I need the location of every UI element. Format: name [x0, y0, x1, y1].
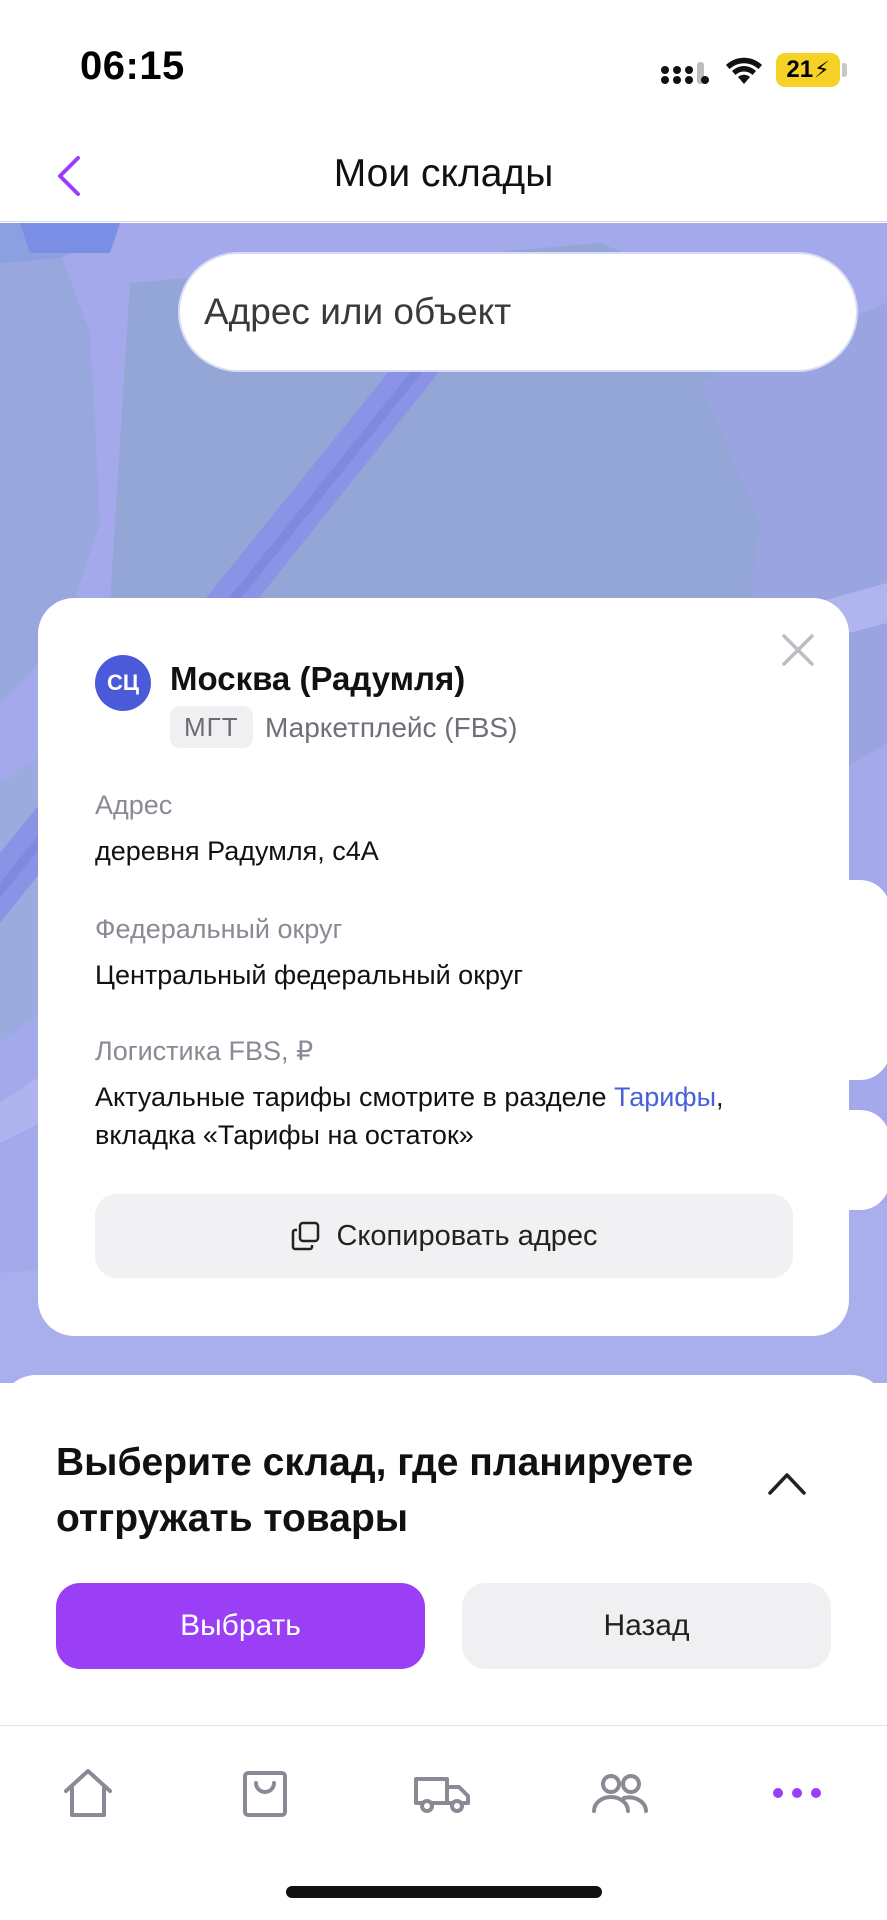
page-title: Мои склады [333, 152, 554, 195]
close-icon [782, 634, 814, 666]
navigation-bar: Мои склады [0, 130, 887, 222]
wifi-icon [726, 57, 762, 84]
battery-level: 21 [786, 56, 814, 83]
tariffs-link[interactable]: Тарифы [614, 1082, 716, 1112]
logistics-info: Актуальные тарифы смотрите в разделе Тар… [95, 1078, 815, 1154]
logistics-label: Логистика FBS, ₽ [95, 1036, 314, 1066]
tab-products[interactable] [225, 1758, 305, 1828]
truck-icon [414, 1777, 470, 1813]
warehouse-card: СЦ Москва (Радумля) МГТ Маркетплейс (FBS… [38, 598, 849, 1336]
warehouse-title: Москва (Радумля) [170, 660, 466, 697]
battery-indicator: 21 ⚡ [776, 53, 840, 87]
logistics-text-comma: , [716, 1082, 724, 1112]
collapse-sheet-button[interactable] [766, 1469, 808, 1497]
logistics-text-line2: вкладка «Тарифы на остаток» [95, 1120, 474, 1150]
charging-icon: ⚡ [814, 57, 830, 82]
back-button-secondary[interactable]: Назад [462, 1583, 831, 1669]
home-indicator [286, 1886, 602, 1898]
warehouse-type-badge: СЦ [95, 655, 151, 711]
battery-cap [842, 63, 847, 77]
more-icon [773, 1788, 821, 1798]
cellular-signal-icon [661, 62, 709, 84]
close-card-button[interactable] [778, 630, 818, 670]
search-box[interactable] [178, 252, 858, 372]
copy-icon [292, 1221, 320, 1251]
district-value: Центральный федеральный округ [95, 960, 524, 990]
search-input[interactable] [204, 291, 832, 333]
address-value: деревня Радумля, с4А [95, 836, 379, 866]
copy-address-label: Скопировать адрес [336, 1219, 598, 1252]
users-icon [592, 1774, 648, 1813]
copy-address-button[interactable]: Скопировать адрес [95, 1194, 793, 1278]
chevron-up-icon [768, 1473, 806, 1495]
sheet-title: Выберите склад, где планируете отгружать… [56, 1441, 694, 1540]
district-label: Федеральный округ [95, 914, 343, 944]
status-time: 06:15 [80, 44, 185, 88]
bottom-sheet: Выберите склад, где планируете отгружать… [0, 1375, 887, 1725]
status-bar: 06:15 21 ⚡ [0, 0, 887, 130]
tab-more[interactable] [757, 1758, 837, 1828]
tab-delivery[interactable] [402, 1758, 482, 1828]
warehouse-model: Маркетплейс (FBS) [265, 712, 518, 743]
tab-home[interactable] [48, 1758, 128, 1828]
home-icon [64, 1769, 112, 1817]
select-warehouse-button[interactable]: Выбрать [56, 1583, 425, 1669]
address-label: Адрес [95, 790, 173, 820]
logistics-text: Актуальные тарифы смотрите в разделе [95, 1082, 614, 1112]
tab-users[interactable] [580, 1758, 660, 1828]
shopping-bag-icon [243, 1771, 287, 1817]
region-tag: МГТ [170, 706, 253, 748]
